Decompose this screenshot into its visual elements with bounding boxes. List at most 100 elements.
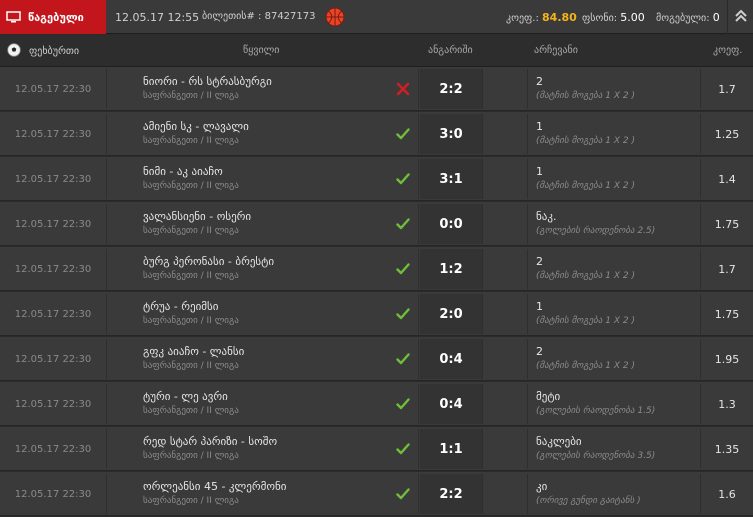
pick-value: კი xyxy=(536,480,548,493)
pick-value: 2 xyxy=(536,345,543,358)
total-odds-label: კოეფ.: xyxy=(506,13,539,24)
bet-row: 12.05.17 22:30 ვალანსიენი - ოსერი საფრან… xyxy=(0,202,753,246)
score-spacer xyxy=(484,249,528,289)
bet-match: ნიორი - რს სტრასბურგი საფრანგეთი / II ლი… xyxy=(107,69,419,109)
bet-odds: 1.95 xyxy=(714,352,740,366)
match-score: 3:1 xyxy=(420,159,483,199)
match-score: 3:0 xyxy=(420,114,483,154)
collapse-button[interactable] xyxy=(727,0,753,34)
match-teams: რედ სტარ პარიზი - სოშო xyxy=(143,435,278,448)
bet-date: 12.05.17 22:30 xyxy=(0,69,107,109)
sport-label: ფეხბურთი xyxy=(7,43,79,60)
match-teams: ნიმი - აკ აიაჩო xyxy=(143,165,223,178)
bet-odds: 1.75 xyxy=(714,307,740,321)
bet-match: ნიმი - აკ აიაჩო საფრანგეთი / II ლიგა xyxy=(107,159,419,199)
score-spacer xyxy=(484,69,528,109)
bet-date: 12.05.17 22:30 xyxy=(0,159,107,199)
pick-value: 1 xyxy=(536,120,543,133)
pick-market: (მატჩის მოგება 1 X 2 ) xyxy=(536,181,635,191)
bet-date: 12.05.17 22:30 xyxy=(0,294,107,334)
match-league: საფრანგეთი / II ლიგა xyxy=(143,451,239,461)
bet-match: რედ სტარ პარიზი - სოშო საფრანგეთი / II ლ… xyxy=(107,429,419,469)
bet-pick: 2 (მატჩის მოგება 1 X 2 ) xyxy=(528,339,701,379)
bet-date: 12.05.17 22:30 xyxy=(0,429,107,469)
bet-date: 12.05.17 22:30 xyxy=(0,249,107,289)
won-check-icon xyxy=(396,442,410,456)
bet-match: ტრუა - რეიმსი საფრანგეთი / II ლიგა xyxy=(107,294,419,334)
match-teams: გფკ აიაჩო - ლანსი xyxy=(143,345,245,358)
bet-pick: 1 (მატჩის მოგება 1 X 2 ) xyxy=(528,294,701,334)
match-score: 1:2 xyxy=(420,249,483,289)
sport-name: ფეხბურთი xyxy=(29,46,80,57)
pick-market: (გოლების რაოდენობა 3.5) xyxy=(536,451,656,461)
bet-match: ვალანსიენი - ოსერი საფრანგეთი / II ლიგა xyxy=(107,204,419,244)
score-spacer xyxy=(484,384,528,424)
score-spacer xyxy=(484,159,528,199)
bet-pick: 2 (მატჩის მოგება 1 X 2 ) xyxy=(528,69,701,109)
monitor-icon xyxy=(6,11,21,23)
ticket-datetime: 12.05.17 12:55 xyxy=(115,11,200,24)
match-teams: ვალანსიენი - ოსერი xyxy=(143,210,252,223)
stake: ფსონი: 5.00 xyxy=(582,11,645,24)
bet-row: 12.05.17 22:30 ბურგ პერონასი - ბრესტი სა… xyxy=(0,247,753,291)
bet-date: 12.05.17 22:30 xyxy=(0,384,107,424)
column-header-odds: კოეფ. xyxy=(713,45,743,56)
bet-odds: 1.25 xyxy=(714,127,740,141)
pick-value: 1 xyxy=(536,300,543,313)
pick-market: (გოლების რაოდენობა 1.5) xyxy=(536,406,656,416)
pick-market: (მატჩის მოგება 1 X 2 ) xyxy=(536,91,635,101)
match-league: საფრანგეთი / II ლიგა xyxy=(143,136,239,146)
pick-value: ნაკლები xyxy=(536,435,582,448)
match-teams: ტრუა - რეიმსი xyxy=(143,300,219,313)
status-label: წაგებული xyxy=(28,10,84,24)
bet-pick: მეტი (გოლების რაოდენობა 1.5) xyxy=(528,384,701,424)
pick-value: 1 xyxy=(536,165,543,178)
bet-row: 12.05.17 22:30 გფკ აიაჩო - ლანსი საფრანგ… xyxy=(0,337,753,381)
match-teams: ნიორი - რს სტრასბურგი xyxy=(143,75,272,88)
total-odds: კოეფ.: 84.80 xyxy=(506,11,577,24)
won-check-icon xyxy=(396,487,410,501)
match-teams: ამიენი სკ - ლავალი xyxy=(143,120,249,133)
bet-odds: 1.7 xyxy=(718,82,736,96)
score-spacer xyxy=(484,339,528,379)
match-league: საფრანგეთი / II ლიგა xyxy=(143,496,239,506)
score-spacer xyxy=(484,114,528,154)
match-league: საფრანგეთი / II ლიგა xyxy=(143,181,239,191)
match-score: 2:2 xyxy=(420,474,483,514)
pick-market: (მატჩის მოგება 1 X 2 ) xyxy=(536,271,635,281)
column-header-match: წყვილი xyxy=(243,45,280,56)
lost-x-icon xyxy=(396,82,410,96)
bet-date: 12.05.17 22:30 xyxy=(0,474,107,514)
bet-match: ტური - ლე ავრი საფრანგეთი / II ლიგა xyxy=(107,384,419,424)
match-score: 2:2 xyxy=(420,69,483,109)
score-spacer xyxy=(484,294,528,334)
pick-value: მეტი xyxy=(536,390,561,403)
total-odds-value: 84.80 xyxy=(542,11,577,24)
basketball-icon xyxy=(325,7,345,27)
won-check-icon xyxy=(396,307,410,321)
bet-match: ამიენი სკ - ლავალი საფრანგეთი / II ლიგა xyxy=(107,114,419,154)
match-league: საფრანგეთი / II ლიგა xyxy=(143,226,239,236)
stake-label: ფსონი: xyxy=(582,13,618,24)
bet-pick: 1 (მატჩის მოგება 1 X 2 ) xyxy=(528,159,701,199)
stake-value: 5.00 xyxy=(620,11,645,24)
won-check-icon xyxy=(396,127,410,141)
winnings: მოგებული: 0 xyxy=(656,11,720,24)
match-score: 2:0 xyxy=(420,294,483,334)
bet-match: ბურგ პერონასი - ბრესტი საფრანგეთი / II ლ… xyxy=(107,249,419,289)
match-score: 1:1 xyxy=(420,429,483,469)
pick-value: 2 xyxy=(536,255,543,268)
match-league: საფრანგეთი / II ლიგა xyxy=(143,91,239,101)
match-teams: ორლეანსი 45 - კლერმონი xyxy=(143,480,287,493)
bet-pick: 1 (მატჩის მოგება 1 X 2 ) xyxy=(528,114,701,154)
bet-pick: ნაკლები (გოლების რაოდენობა 3.5) xyxy=(528,429,701,469)
match-teams: ტური - ლე ავრი xyxy=(143,390,228,403)
bet-date: 12.05.17 22:30 xyxy=(0,114,107,154)
won-check-icon xyxy=(396,262,410,276)
bet-odds: 1.35 xyxy=(714,442,740,456)
pick-value: 2 xyxy=(536,75,543,88)
bet-odds: 1.6 xyxy=(718,487,736,501)
bet-odds: 1.4 xyxy=(718,172,736,186)
table-header: ფეხბურთი წყვილი ანგარიში არჩევანი კოეფ. xyxy=(0,35,753,67)
bet-pick: 2 (მატჩის მოგება 1 X 2 ) xyxy=(528,249,701,289)
